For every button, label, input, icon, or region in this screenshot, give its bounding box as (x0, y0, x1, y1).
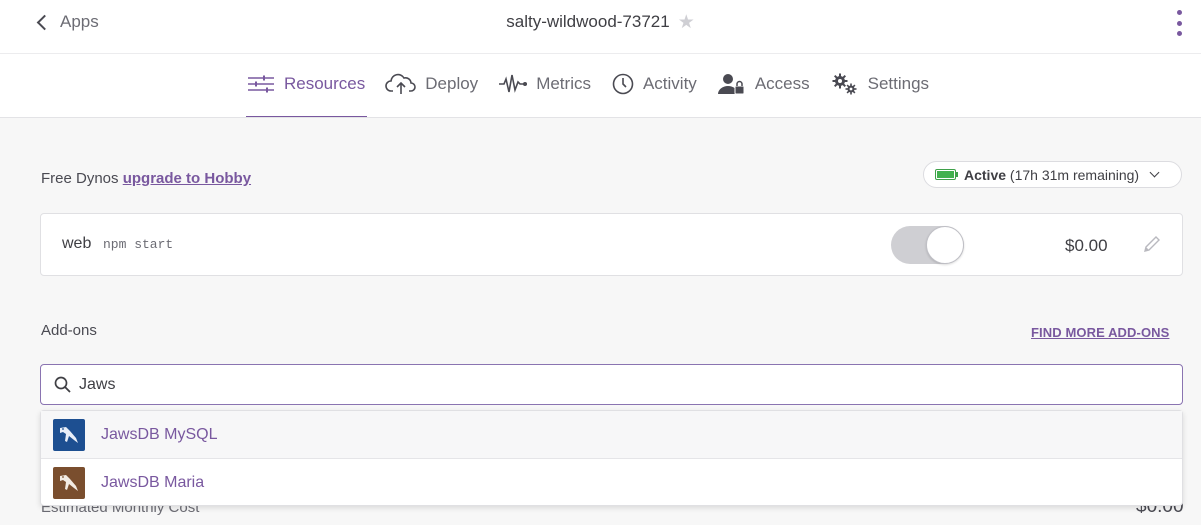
dyno-status-dropdown[interactable]: Active (17h 31m remaining) (923, 161, 1182, 188)
app-tabs: Resources Deploy Metrics Activity Access… (246, 70, 949, 118)
status-detail: (17h 31m remaining) (1009, 166, 1140, 183)
addon-search-results: JawsDB MySQL JawsDB Maria (40, 410, 1183, 506)
tab-metrics[interactable]: Metrics (498, 70, 591, 118)
app-name: salty-wildwood-73721 (506, 12, 670, 31)
tab-label: Metrics (536, 74, 591, 93)
dyno-cost: $0.00 (1065, 236, 1108, 255)
kebab-menu-icon[interactable] (1172, 8, 1186, 38)
toggle-knob (926, 226, 964, 264)
tab-resources[interactable]: Resources (246, 70, 368, 118)
dynos-heading-text: Free Dynos (41, 170, 119, 187)
status-label: Active (964, 166, 1007, 183)
tabs-divider (0, 117, 1201, 118)
user-lock-icon (717, 74, 745, 95)
jawsdb-logo-icon (53, 467, 85, 499)
process-type: web (62, 235, 92, 252)
app-header: Apps salty-wildwood-73721 ★ Resources De… (0, 0, 1201, 118)
tab-label: Activity (642, 74, 697, 93)
find-more-addons-link[interactable]: FIND MORE ADD-ONS (1031, 325, 1169, 340)
upgrade-link[interactable]: upgrade to Hobby (123, 170, 251, 187)
resources-icon (248, 75, 274, 93)
pencil-icon[interactable] (1141, 233, 1163, 255)
tab-access[interactable]: Access (717, 70, 810, 118)
addon-result-name: JawsDB Maria (101, 474, 205, 491)
addon-result-name: JawsDB MySQL (101, 425, 218, 443)
tab-label: Resources (284, 74, 366, 93)
addon-result-item[interactable]: JawsDB Maria (41, 459, 1182, 507)
tab-label: Settings (867, 74, 930, 93)
star-icon[interactable]: ★ (678, 13, 695, 32)
gears-icon (832, 73, 857, 95)
dyno-process-card: web npm start $0.00 (40, 213, 1183, 276)
tab-activity[interactable]: Activity (611, 70, 697, 118)
jawsdb-logo-icon (53, 418, 85, 451)
addon-search-input[interactable] (79, 372, 1079, 397)
cloud-upload-icon (385, 73, 417, 94)
back-label: Apps (60, 12, 99, 31)
process-command: npm start (103, 237, 174, 252)
tab-settings[interactable]: Settings (830, 70, 929, 118)
dynos-heading: Free Dynos upgrade to Hobby (41, 170, 251, 187)
addon-search-box[interactable] (40, 364, 1183, 405)
pulse-icon (499, 74, 528, 93)
header-divider (0, 53, 1201, 54)
dyno-toggle[interactable] (891, 226, 964, 264)
addons-heading: Add-ons (41, 322, 97, 339)
search-icon (54, 376, 71, 393)
tab-deploy[interactable]: Deploy (385, 70, 478, 118)
tab-label: Deploy (425, 74, 479, 93)
app-title-bar: salty-wildwood-73721 ★ (0, 10, 1201, 34)
addon-result-item[interactable]: JawsDB MySQL (41, 411, 1182, 459)
tab-label: Access (754, 74, 810, 93)
clock-icon (612, 73, 634, 95)
chevron-down-icon (1149, 167, 1160, 178)
chevron-left-icon (36, 14, 53, 31)
back-to-apps-link[interactable]: Apps (36, 10, 99, 34)
battery-icon (935, 169, 958, 180)
